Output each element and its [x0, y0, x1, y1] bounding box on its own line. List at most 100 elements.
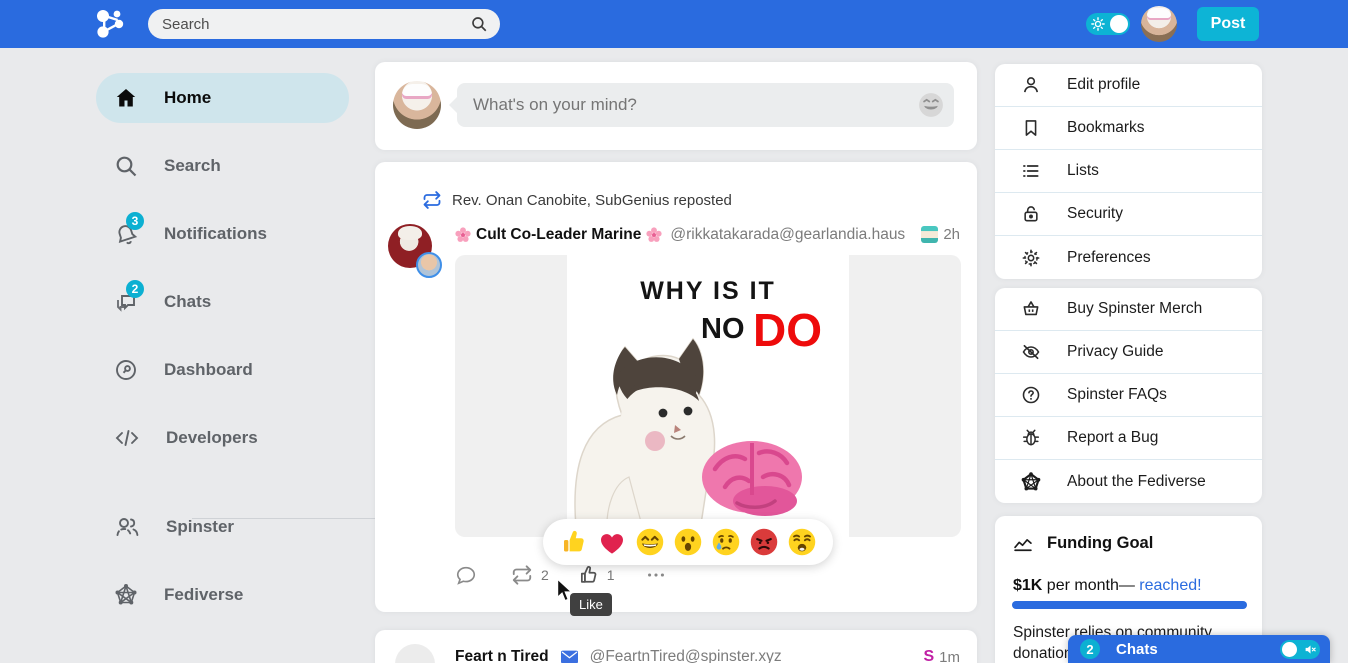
reposter-mini-avatar[interactable]	[416, 252, 442, 278]
reaction-picker	[543, 519, 833, 565]
theme-toggle[interactable]	[1086, 13, 1130, 35]
spinster-logo-icon[interactable]	[94, 8, 126, 40]
funding-title: Funding Goal	[1047, 534, 1153, 553]
header-search[interactable]	[148, 9, 500, 39]
menu-item-preferences[interactable]: Preferences	[995, 236, 1262, 279]
compose-input[interactable]	[473, 95, 910, 115]
sidebar-item-label: Notifications	[164, 224, 267, 244]
menu-item-merch[interactable]: Buy Spinster Merch	[995, 288, 1262, 331]
sidebar-item-search[interactable]: Search	[96, 141, 349, 191]
menu-item-report-bug[interactable]: Report a Bug	[995, 417, 1262, 460]
notifications-badge: 3	[126, 212, 144, 230]
cat-illustration	[567, 255, 849, 537]
more-button[interactable]	[644, 564, 668, 586]
menu-item-privacy-guide[interactable]: Privacy Guide	[995, 331, 1262, 374]
funding-goal-line: $1K per month— reached!	[1013, 577, 1202, 595]
compose-field[interactable]	[457, 83, 954, 127]
next-post-display-name[interactable]: Feart n Tired	[455, 648, 549, 663]
speaker-muted-icon	[1304, 643, 1317, 656]
meme-image-content: WHY IS IT NO DO	[567, 255, 849, 537]
sidebar-item-chats[interactable]: 2 Chats	[96, 277, 349, 327]
reaction-surprised[interactable]	[673, 527, 703, 557]
funding-title-row: Funding Goal	[1013, 534, 1153, 553]
post-name-row: Cult Co-Leader Marine @rikkatakarada@gea…	[455, 226, 960, 244]
repost-icon	[510, 564, 534, 586]
reply-button[interactable]	[455, 564, 477, 586]
chats-sound-toggle[interactable]	[1280, 640, 1320, 659]
reaction-thumbs-up[interactable]	[559, 527, 589, 557]
more-dots-icon	[644, 564, 668, 586]
menu-label: Edit profile	[1067, 76, 1140, 94]
menu-item-security[interactable]: Security	[995, 193, 1262, 236]
reaction-laughing[interactable]	[635, 527, 665, 557]
reaction-heart[interactable]	[597, 527, 627, 557]
chats-panel-bar[interactable]: 2 Chats	[1068, 635, 1330, 663]
like-icon	[578, 564, 600, 586]
post-handle[interactable]: @rikkatakarada@gearlandia.haus	[670, 226, 905, 244]
current-user-avatar[interactable]	[1141, 6, 1177, 42]
post-card: Rev. Onan Canobite, SubGenius reposted C…	[375, 162, 977, 612]
post-actions: 2 1	[455, 564, 668, 586]
cherry-blossom-emoji	[455, 227, 471, 243]
miku-emoji	[921, 226, 938, 243]
sidebar-item-spinster[interactable]: Spinster	[96, 502, 349, 552]
menu-label: Bookmarks	[1067, 119, 1145, 137]
menu-label: Security	[1067, 205, 1123, 223]
spinster-s-icon: S	[923, 648, 934, 663]
dashboard-gauge-icon	[114, 358, 138, 382]
next-post-avatar[interactable]	[395, 644, 435, 663]
links-menu-card: Buy Spinster Merch Privacy Guide Spinste…	[995, 288, 1262, 503]
next-post-handle[interactable]: @FeartnTired@spinster.xyz	[590, 648, 782, 663]
reposted-by-text[interactable]: Rev. Onan Canobite, SubGenius reposted	[452, 192, 732, 209]
post-timestamp[interactable]: 2h	[943, 226, 960, 243]
post-image[interactable]: WHY IS IT NO DO	[455, 255, 961, 537]
compose-card	[375, 62, 977, 150]
people-icon	[114, 515, 140, 539]
question-circle-icon	[1021, 385, 1041, 405]
eye-off-icon	[1021, 342, 1041, 362]
like-count: 1	[607, 567, 615, 583]
post-time-group[interactable]: 2h	[921, 226, 960, 243]
repost-count: 2	[541, 567, 549, 583]
menu-item-edit-profile[interactable]: Edit profile	[995, 64, 1262, 107]
repost-button[interactable]: 2	[510, 564, 549, 586]
search-icon	[114, 154, 138, 178]
reaction-angry[interactable]	[749, 527, 779, 557]
reply-icon	[455, 564, 477, 586]
funding-reached-link[interactable]: reached!	[1139, 577, 1201, 594]
menu-label: Spinster FAQs	[1067, 386, 1167, 404]
menu-item-about-fediverse[interactable]: About the Fediverse	[995, 460, 1262, 503]
sidebar-item-dashboard[interactable]: Dashboard	[96, 345, 349, 395]
menu-item-faqs[interactable]: Spinster FAQs	[995, 374, 1262, 417]
menu-item-lists[interactable]: Lists	[995, 150, 1262, 193]
reaction-crying[interactable]	[711, 527, 741, 557]
like-button[interactable]: 1	[578, 564, 615, 586]
post-button[interactable]: Post	[1197, 7, 1259, 41]
sidebar-item-home[interactable]: Home	[96, 73, 349, 123]
cherry-blossom-emoji	[646, 227, 662, 243]
next-post-timestamp[interactable]: 1m	[939, 649, 960, 663]
sidebar-item-fediverse[interactable]: Fediverse	[96, 570, 349, 620]
search-input[interactable]	[162, 16, 470, 33]
fediverse-filled-icon	[1021, 472, 1041, 492]
trend-chart-icon	[1013, 535, 1033, 553]
home-icon	[114, 86, 138, 110]
post-display-name[interactable]: Cult Co-Leader Marine	[476, 226, 641, 244]
emoji-picker-icon[interactable]	[918, 92, 944, 118]
theme-toggle-knob	[1110, 15, 1128, 33]
reaction-weary[interactable]	[787, 527, 817, 557]
sidebar-item-developers[interactable]: Developers	[96, 413, 349, 463]
bookmark-icon	[1021, 118, 1041, 138]
next-post-time-group[interactable]: S 1m	[923, 648, 960, 663]
basket-icon	[1021, 299, 1041, 319]
menu-label: Buy Spinster Merch	[1067, 300, 1202, 318]
menu-label: Preferences	[1067, 249, 1151, 267]
sidebar-item-label: Spinster	[166, 517, 234, 537]
sidebar-item-notifications[interactable]: 3 Notifications	[96, 209, 349, 259]
chats-badge: 2	[126, 280, 144, 298]
compose-user-avatar[interactable]	[393, 81, 441, 129]
menu-item-bookmarks[interactable]: Bookmarks	[995, 107, 1262, 150]
menu-label: Privacy Guide	[1067, 343, 1163, 361]
code-icon	[114, 426, 140, 450]
fediverse-icon	[114, 583, 138, 607]
